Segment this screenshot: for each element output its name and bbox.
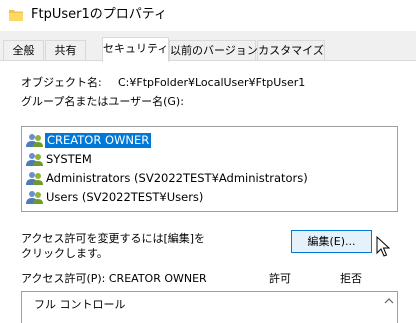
object-name-value: C:¥FtpFolder¥LocalUser¥FtpUser1 [118,76,306,89]
tab-previous-versions[interactable]: 以前のバージョン [169,40,258,61]
mouse-cursor-icon [376,236,390,257]
list-item[interactable]: Administrators (SV2022TEST¥Administrator… [24,169,395,188]
scroll-up-arrow-icon[interactable] [381,293,397,309]
list-item[interactable]: CREATOR OWNER [24,131,395,150]
users-icon [26,191,43,204]
group-list-label: グループ名またはユーザー名(G): [21,95,184,108]
tab-general[interactable]: 全般 [3,40,44,61]
change-hint-line1: アクセス許可を変更するには[編集]を [21,232,206,245]
tab-strip: 全般 共有 セキュリティ 以前のバージョン カスタマイズ [0,31,416,62]
title-bar: FtpUser1のプロパティ [0,0,416,31]
principal-name: SYSTEM [46,152,92,166]
allow-column-header: 許可 [269,272,291,285]
principal-name: Administrators (SV2022TEST¥Administrator… [46,171,308,185]
users-icon [26,153,43,166]
list-item[interactable]: Users (SV2022TEST¥Users) [24,188,395,207]
tab-customize[interactable]: カスタマイズ [257,40,325,61]
principal-name: Users (SV2022TEST¥Users) [46,190,204,204]
change-hint-line2: クリックします。 [21,247,108,260]
principal-name: CREATOR OWNER [45,133,152,148]
users-icon [26,172,43,185]
tab-sharing[interactable]: 共有 [45,40,86,61]
window-title: FtpUser1のプロパティ [31,7,167,22]
folder-icon [9,10,23,21]
principal-list[interactable]: CREATOR OWNER SYSTEM Administrators (SV2… [21,126,398,212]
permission-name: フル コントロール [34,298,126,311]
users-icon [26,134,43,147]
list-item[interactable]: SYSTEM [24,150,395,169]
tab-security[interactable]: セキュリティ [102,37,169,62]
edit-button[interactable]: 編集(E)... [291,230,372,253]
object-name-label: オブジェクト名: [21,76,102,89]
permissions-label: アクセス許可(P): CREATOR OWNER [21,272,207,285]
deny-column-header: 拒否 [340,272,362,285]
